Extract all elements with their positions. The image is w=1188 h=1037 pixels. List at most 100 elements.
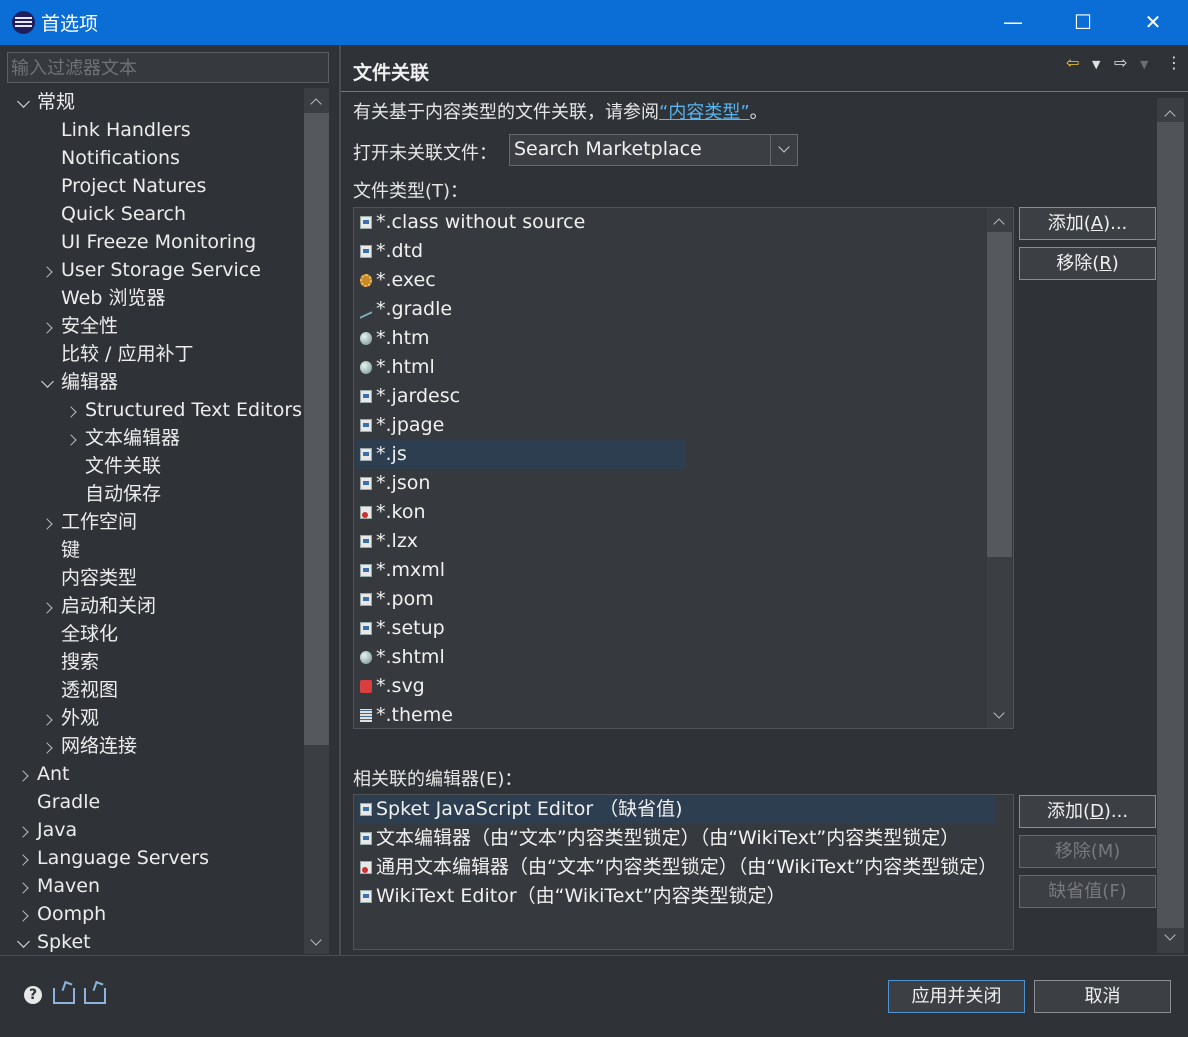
redx-icon <box>360 506 372 519</box>
editor-row[interactable]: Spket JavaScript Editor （缺省值) <box>356 795 996 824</box>
import-icon[interactable] <box>53 988 75 1004</box>
scroll-down-icon[interactable] <box>1165 932 1175 942</box>
file-type-row[interactable]: *.exec <box>356 266 686 295</box>
file-type-name: *.jpage <box>376 414 445 436</box>
chevron-right-icon[interactable] <box>17 909 31 923</box>
file-type-row[interactable]: *.json <box>356 469 686 498</box>
scroll-up-icon[interactable] <box>311 96 321 106</box>
file-type-name: *.json <box>376 472 431 494</box>
default-editor-button[interactable]: 缺省值(F) <box>1019 875 1156 908</box>
maximize-button[interactable]: ☐ <box>1048 0 1118 45</box>
scroll-down-icon[interactable] <box>311 937 321 947</box>
file-type-row[interactable]: *.dtd <box>356 237 686 266</box>
open-unassociated-select[interactable]: Search Marketplace <box>509 134 798 166</box>
cancel-button[interactable]: 取消 <box>1034 980 1171 1013</box>
chevron-right-icon[interactable] <box>17 853 31 867</box>
svg-icon <box>360 680 372 693</box>
chevron-right-icon[interactable] <box>65 405 79 419</box>
file-types-list[interactable]: *.class without source *.dtd *.exec *.gradl… <box>353 207 1014 729</box>
file-type-row[interactable]: *.svg <box>356 672 686 701</box>
editor-row[interactable]: 文本编辑器（由“文本”内容类型锁定）（由“WikiText”内容类型锁定） <box>356 824 996 853</box>
chevron-right-icon[interactable] <box>41 265 55 279</box>
eclipse-icon <box>12 11 35 34</box>
help-icon[interactable]: ? <box>24 986 42 1004</box>
file-types-label: 文件类型(T)： <box>353 181 469 202</box>
back-arrow-icon[interactable]: ⇦ <box>1066 53 1079 72</box>
tree-item-label: 文本编辑器 <box>85 427 181 449</box>
chevron-right-icon[interactable] <box>65 433 79 447</box>
info-text: 有关基于内容类型的文件关联，请参阅“内容类型”。 <box>353 98 768 124</box>
file-type-name: *.exec <box>376 269 436 291</box>
file-type-name: *.lzx <box>376 530 419 552</box>
scroll-thumb[interactable] <box>987 232 1012 557</box>
chevron-right-icon[interactable] <box>41 517 55 531</box>
file-type-row[interactable]: *.pom <box>356 585 686 614</box>
filter-input[interactable]: 输入过滤器文本 <box>7 52 329 83</box>
file-type-row[interactable]: *.shtml <box>356 643 686 672</box>
tree-scrollbar[interactable] <box>304 88 329 954</box>
file-type-row[interactable]: *.lzx <box>356 527 686 556</box>
file-types-scrollbar[interactable] <box>987 208 1012 728</box>
doc-icon <box>360 419 372 432</box>
add-file-type-button[interactable]: 添加(A)... <box>1019 207 1156 240</box>
tree-item-label: Java <box>37 819 78 841</box>
chevron-right-icon[interactable] <box>41 741 55 755</box>
file-type-row[interactable]: *.class without source <box>356 208 686 237</box>
chevron-right-icon[interactable] <box>17 825 31 839</box>
chevron-down-icon[interactable] <box>17 937 31 951</box>
editor-row[interactable]: WikiText Editor（由“WikiText”内容类型锁定） <box>356 882 996 911</box>
chevron-right-icon[interactable] <box>41 601 55 615</box>
doc-icon <box>360 477 372 490</box>
export-icon[interactable] <box>84 988 106 1004</box>
file-type-name: *.mxml <box>376 559 446 581</box>
scroll-up-icon[interactable] <box>994 216 1004 226</box>
file-type-row[interactable]: *.htm <box>356 324 686 353</box>
doc-icon <box>360 448 372 461</box>
grid-icon <box>360 709 372 722</box>
view-menu-icon[interactable]: ⋮ <box>1166 53 1182 72</box>
forward-menu-icon[interactable]: ▼ <box>1140 58 1148 71</box>
scroll-up-icon[interactable] <box>1165 108 1175 118</box>
editor-name: 文本编辑器（由“文本”内容类型锁定）（由“WikiText”内容类型锁定） <box>376 827 960 849</box>
file-type-row[interactable]: *.kon <box>356 498 686 527</box>
scroll-thumb[interactable] <box>1157 122 1184 928</box>
globe-icon <box>360 651 372 664</box>
title-bar: 首选项 — ☐ ✕ <box>0 0 1188 45</box>
page-scrollbar[interactable] <box>1157 98 1184 953</box>
chevron-right-icon[interactable] <box>41 321 55 335</box>
scroll-down-icon[interactable] <box>994 710 1004 720</box>
close-button[interactable]: ✕ <box>1118 0 1188 45</box>
chevron-down-icon[interactable] <box>17 97 31 111</box>
apply-and-close-button[interactable]: 应用并关闭 <box>888 980 1025 1013</box>
back-menu-icon[interactable]: ▼ <box>1092 58 1100 71</box>
chevron-down-icon[interactable] <box>770 135 797 165</box>
content-types-link[interactable]: “内容类型” <box>659 102 750 123</box>
editor-row[interactable]: 通用文本编辑器（由“文本”内容类型锁定）（由“WikiText”内容类型锁定） <box>356 853 997 882</box>
chevron-right-icon[interactable] <box>41 713 55 727</box>
file-type-row[interactable]: *.mxml <box>356 556 686 585</box>
doc-icon <box>360 890 372 903</box>
file-type-row[interactable]: *.theme <box>356 701 686 728</box>
tree-item-label: 透视图 <box>61 679 119 701</box>
associated-editors-list[interactable]: Spket JavaScript Editor （缺省值) 文本编辑器（由“文本”… <box>353 794 1014 950</box>
doc-icon <box>360 390 372 403</box>
file-type-row[interactable]: *.jardesc <box>356 382 686 411</box>
remove-editor-button[interactable]: 移除(M) <box>1019 835 1156 868</box>
tree-item-label: 文件关联 <box>85 455 162 477</box>
forward-arrow-icon[interactable]: ⇨ <box>1114 53 1127 72</box>
file-type-row[interactable]: *.setup <box>356 614 686 643</box>
add-editor-button[interactable]: 添加(D)... <box>1019 795 1156 828</box>
chevron-right-icon[interactable] <box>17 769 31 783</box>
file-type-row[interactable]: *.js <box>356 440 686 469</box>
minimize-icon: — <box>1003 10 1023 34</box>
remove-file-type-button[interactable]: 移除(R) <box>1019 247 1156 280</box>
panel-divider[interactable] <box>339 45 341 955</box>
chevron-down-icon[interactable] <box>41 377 55 391</box>
chevron-right-icon[interactable] <box>17 881 31 895</box>
file-type-row[interactable]: *.gradle <box>356 295 686 324</box>
tree-item-label: Web 浏览器 <box>61 287 166 309</box>
minimize-button[interactable]: — <box>978 0 1048 45</box>
file-type-row[interactable]: *.html <box>356 353 686 382</box>
file-type-row[interactable]: *.jpage <box>356 411 686 440</box>
scroll-thumb[interactable] <box>304 113 329 745</box>
